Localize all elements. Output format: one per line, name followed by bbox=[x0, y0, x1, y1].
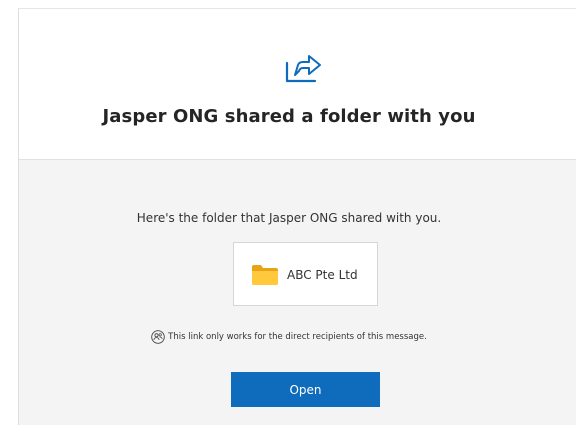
page: Jasper ONG shared a folder with you Here… bbox=[0, 0, 576, 425]
share-message: Here's the folder that Jasper ONG shared… bbox=[136, 211, 442, 225]
email-body: Here's the folder that Jasper ONG shared… bbox=[19, 160, 576, 425]
page-title: Jasper ONG shared a folder with you bbox=[102, 106, 476, 127]
share-email-card: Jasper ONG shared a folder with you Here… bbox=[18, 8, 576, 425]
shared-folder-link[interactable]: ABC Pte Ltd bbox=[233, 242, 378, 306]
notice-text: This link only works for the direct reci… bbox=[168, 332, 427, 342]
email-header: Jasper ONG shared a folder with you bbox=[19, 9, 576, 160]
folder-icon bbox=[252, 265, 278, 285]
share-icon bbox=[285, 55, 321, 83]
folder-name: ABC Pte Ltd bbox=[287, 268, 358, 282]
recipient-notice: This link only works for the direct reci… bbox=[19, 330, 559, 344]
open-button[interactable]: Open bbox=[231, 372, 380, 407]
people-icon bbox=[151, 330, 165, 344]
